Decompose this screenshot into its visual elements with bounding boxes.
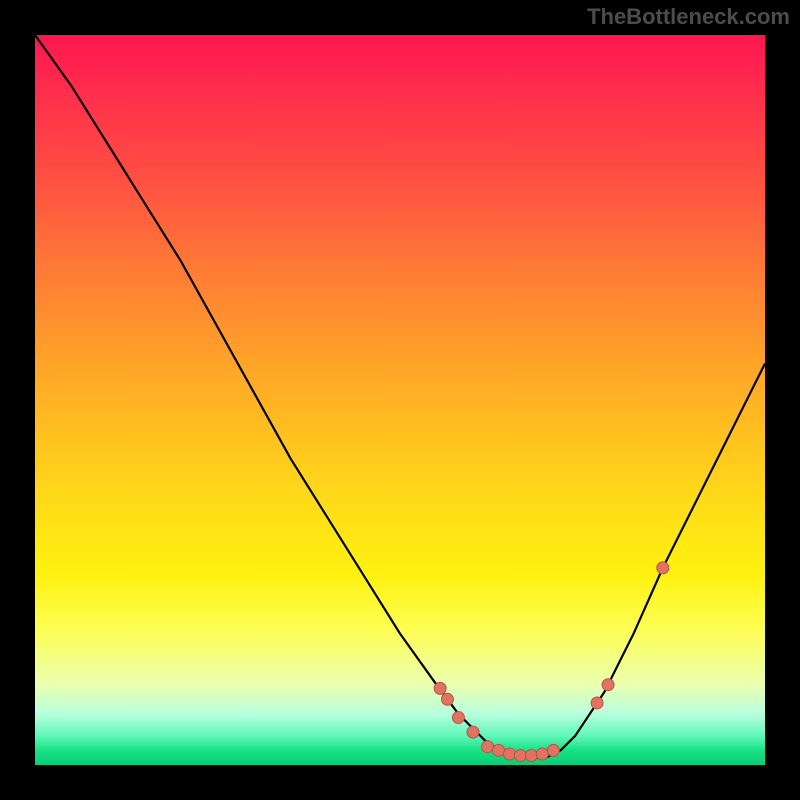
data-dot: [536, 748, 548, 760]
data-dot: [514, 750, 526, 762]
data-dot: [602, 679, 614, 691]
data-dot: [434, 682, 446, 694]
data-dot: [591, 697, 603, 709]
data-dot: [493, 744, 505, 756]
data-dot: [547, 744, 559, 756]
bottleneck-curve: [35, 35, 765, 758]
data-dot: [504, 748, 516, 760]
watermark: TheBottleneck.com: [587, 4, 790, 30]
chart-container: TheBottleneck.com: [0, 0, 800, 800]
data-dot: [467, 726, 479, 738]
data-dot: [452, 712, 464, 724]
data-dot: [657, 562, 669, 574]
plot-area: [35, 35, 765, 765]
data-dot: [441, 693, 453, 705]
chart-svg: [35, 35, 765, 765]
data-dot: [525, 750, 537, 762]
data-dots: [434, 562, 669, 762]
data-dot: [482, 741, 494, 753]
